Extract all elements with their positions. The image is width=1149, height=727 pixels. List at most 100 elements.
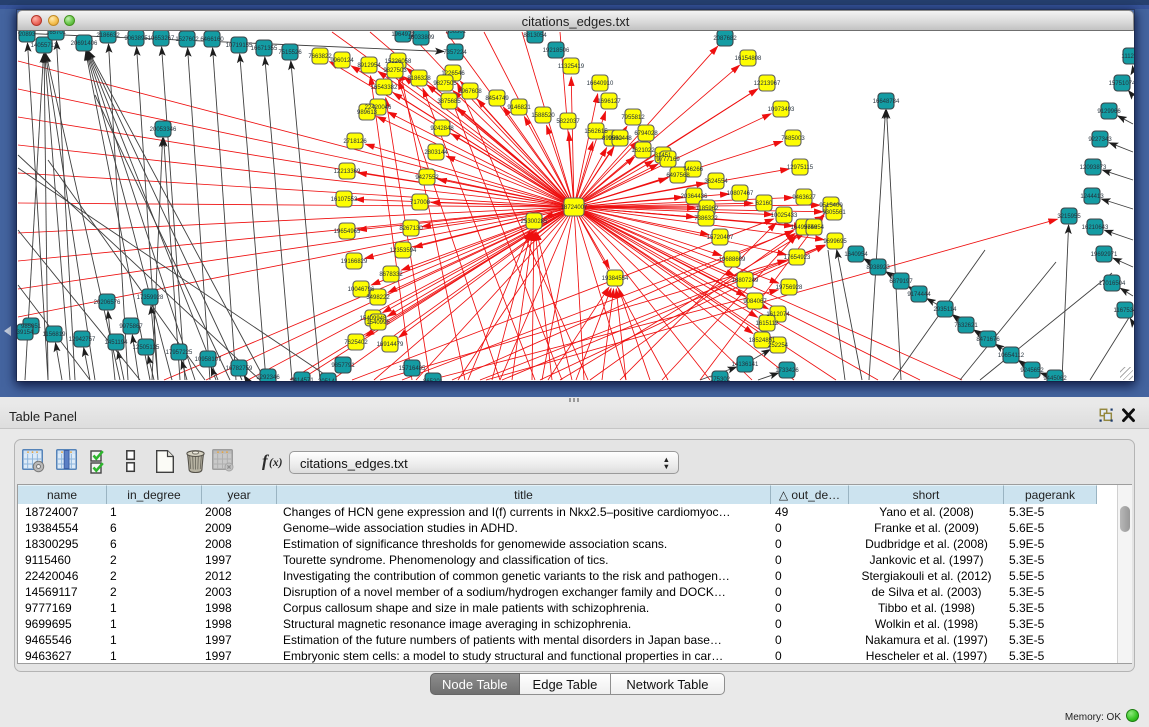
svg-text:11325419: 11325419	[558, 64, 585, 70]
svg-text:7386322: 7386322	[694, 216, 718, 222]
svg-text:7632621: 7632621	[954, 323, 978, 329]
svg-text:20691406: 20691406	[71, 41, 98, 47]
svg-text:856301: 856301	[446, 31, 467, 35]
svg-text:9463627: 9463627	[792, 195, 816, 201]
svg-text:14136141: 14136141	[732, 362, 759, 368]
svg-text:9990448: 9990448	[608, 136, 632, 142]
svg-text:7357224: 7357224	[443, 50, 467, 56]
svg-text:19218506: 19218506	[543, 48, 570, 54]
svg-text:17957225: 17957225	[166, 350, 193, 356]
svg-text:12093873: 12093873	[1080, 165, 1107, 171]
svg-text:9699695: 9699695	[823, 239, 847, 245]
svg-text:15716485: 15716485	[399, 366, 426, 372]
svg-text:9305561: 9305561	[822, 210, 846, 216]
svg-text:9827503: 9827503	[383, 68, 407, 74]
svg-text:9174444: 9174444	[907, 292, 931, 298]
svg-text:1562615: 1562615	[584, 129, 608, 135]
svg-text:165701: 165701	[46, 31, 67, 36]
svg-text:9427552: 9427552	[415, 175, 439, 181]
svg-text:12353594: 12353594	[390, 248, 417, 254]
svg-text:39154: 39154	[17, 330, 34, 336]
svg-text:17016504: 17016504	[1099, 281, 1126, 287]
svg-text:2718126: 2718126	[343, 139, 367, 145]
svg-text:16914479: 16914479	[377, 342, 404, 348]
svg-text:8267130: 8267130	[399, 226, 423, 232]
svg-text:16640910: 16640910	[587, 81, 614, 87]
svg-text:8938923: 8938923	[866, 265, 890, 271]
svg-text:16154808: 16154808	[735, 56, 762, 62]
svg-text:(x): (x)	[269, 457, 283, 469]
svg-text:6466160: 6466160	[200, 37, 224, 43]
svg-text:62160: 62160	[756, 201, 773, 207]
svg-text:15751074: 15751074	[1109, 81, 1134, 87]
svg-text:9414571: 9414571	[290, 378, 314, 381]
svg-text:9129966: 9129966	[1097, 109, 1121, 115]
svg-text:15226058: 15226058	[385, 59, 412, 65]
svg-text:964954: 964954	[804, 225, 825, 231]
svg-text:9084067: 9084067	[743, 299, 767, 305]
svg-text:6794028: 6794028	[634, 131, 658, 137]
svg-text:9777169: 9777169	[656, 157, 680, 163]
svg-text:12975115: 12975115	[787, 165, 814, 171]
svg-text:16782759: 16782759	[226, 366, 253, 372]
svg-text:15720407: 15720407	[707, 235, 734, 241]
svg-text:3215955: 3215955	[1057, 214, 1081, 220]
svg-text:6879197: 6879197	[889, 279, 913, 285]
svg-text:2186632: 2186632	[96, 33, 120, 39]
svg-text:19756928: 19756928	[776, 285, 803, 291]
svg-text:20206576: 20206576	[94, 300, 121, 306]
svg-text:205141: 205141	[318, 379, 339, 381]
svg-text:9227343: 9227343	[1088, 137, 1112, 143]
svg-text:8454749: 8454749	[485, 96, 509, 102]
svg-text:1640954: 1640954	[844, 252, 868, 258]
svg-text:16671355: 16671355	[251, 46, 278, 52]
svg-text:7625402: 7625402	[344, 340, 368, 346]
svg-text:865201: 865201	[423, 379, 444, 381]
svg-text:18807249: 18807249	[732, 278, 759, 284]
svg-text:989613: 989613	[357, 110, 378, 116]
svg-text:1612074: 1612074	[766, 312, 790, 318]
svg-text:7515526: 7515526	[278, 50, 302, 56]
svg-text:1451194: 1451194	[105, 340, 129, 346]
svg-text:8471676: 8471676	[976, 337, 1000, 343]
svg-text:12213369: 12213369	[334, 169, 361, 175]
svg-text:1292346: 1292346	[256, 375, 280, 381]
svg-text:10025433: 10025433	[771, 213, 798, 219]
svg-text:1156819: 1156819	[43, 332, 67, 338]
svg-text:111207: 111207	[1121, 54, 1134, 60]
svg-text:8912954: 8912954	[357, 63, 381, 69]
svg-text:8813054: 8813054	[523, 33, 547, 39]
svg-text:10046796: 10046796	[348, 287, 375, 293]
svg-text:8678332: 8678332	[379, 272, 403, 278]
svg-text:19692971: 19692971	[1091, 252, 1118, 258]
svg-text:1696127: 1696127	[597, 99, 621, 105]
svg-text:25300285: 25300285	[521, 219, 548, 225]
svg-text:1244413: 1244413	[1080, 194, 1104, 200]
svg-text:1588520: 1588520	[531, 113, 555, 119]
svg-text:1167534: 1167534	[1114, 308, 1134, 314]
svg-text:9827505: 9827505	[433, 81, 457, 87]
svg-text:14055712: 14055712	[31, 43, 58, 49]
svg-text:5822037: 5822037	[556, 119, 580, 125]
svg-text:7955812: 7955812	[621, 115, 645, 121]
svg-text:10807467: 10807467	[727, 191, 754, 197]
svg-text:1733426: 1733426	[775, 368, 799, 374]
svg-text:9146821: 9146821	[507, 105, 531, 111]
svg-text:1226546: 1226546	[441, 71, 465, 77]
svg-text:9245652: 9245652	[1020, 368, 1044, 374]
svg-text:1621022: 1621022	[631, 148, 655, 154]
svg-text:12942757: 12942757	[69, 337, 96, 343]
svg-text:9857791: 9857791	[331, 363, 355, 369]
svg-text:9515400: 9515400	[819, 203, 843, 209]
svg-text:2087682: 2087682	[713, 36, 737, 42]
svg-text:20893: 20893	[19, 32, 36, 38]
svg-text:2803144: 2803144	[424, 150, 448, 156]
svg-text:1540995: 1540995	[366, 320, 390, 326]
svg-text:3498222: 3498222	[366, 295, 390, 301]
svg-text:9063895: 9063895	[124, 36, 148, 42]
svg-text:7485003: 7485003	[781, 136, 805, 142]
svg-text:16543382: 16543382	[371, 85, 398, 91]
svg-text:9975867: 9975867	[119, 324, 143, 330]
svg-text:19166829: 19166829	[341, 259, 368, 265]
svg-text:10688609: 10688609	[719, 257, 746, 263]
